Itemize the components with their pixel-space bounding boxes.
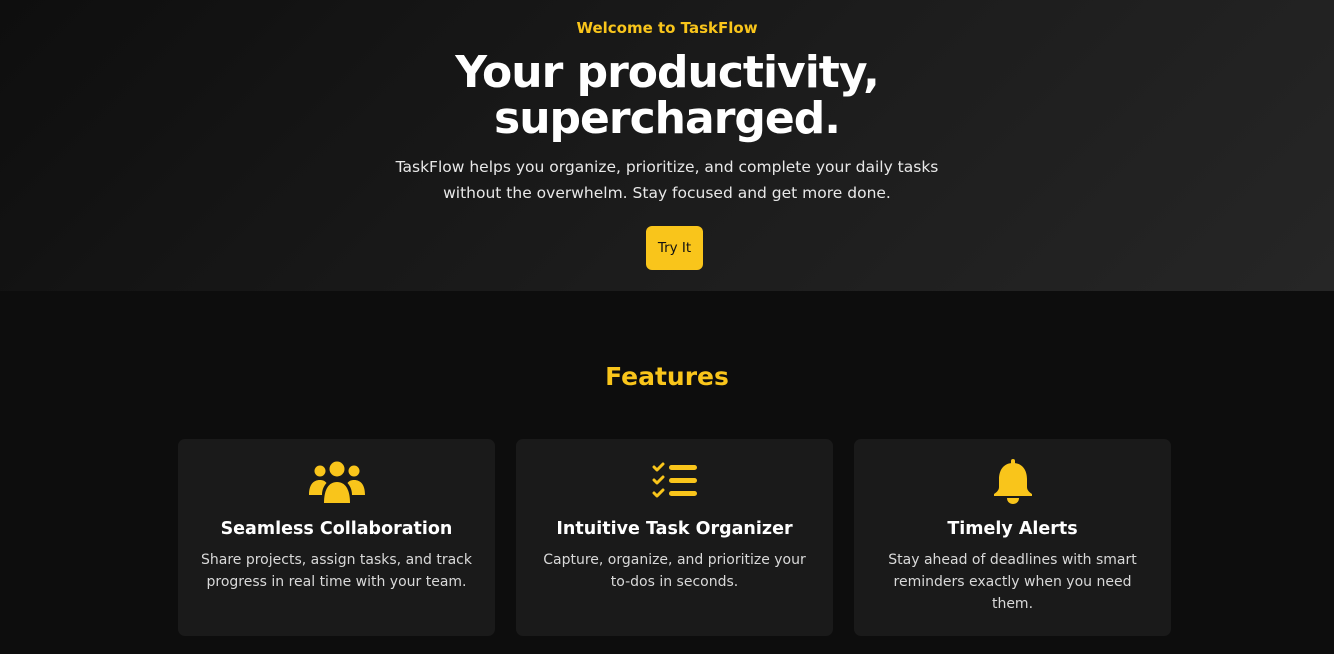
features-section: Features Seamless Collaboration Share pr… <box>0 291 1334 654</box>
feature-card-title: Timely Alerts <box>947 519 1078 539</box>
feature-card-text: Stay ahead of deadlines with smart remin… <box>888 552 1137 612</box>
features-title: Features <box>605 362 729 391</box>
feature-card-alerts: Timely Alerts Stay ahead of deadlines wi… <box>854 439 1171 636</box>
feature-card-collaboration: Seamless Collaboration Share projects, a… <box>178 439 495 636</box>
bell-icon <box>854 459 1171 505</box>
feature-card-text: Share projects, assign tasks, and track … <box>201 552 472 590</box>
hero-eyebrow: Welcome to TaskFlow <box>576 19 758 37</box>
feature-card-title: Intuitive Task Organizer <box>556 519 793 539</box>
checklist-icon <box>516 459 833 505</box>
hero-headline-line1: Your productivity, <box>455 47 880 98</box>
try-it-button[interactable]: Try It <box>646 226 703 270</box>
feature-card-organizer: Intuitive Task Organizer Capture, organi… <box>516 439 833 636</box>
hero-headline-line2: supercharged. <box>494 93 841 144</box>
hero-subtext: TaskFlow helps you organize, prioritize,… <box>395 158 939 202</box>
feature-card-text: Capture, organize, and prioritize your t… <box>543 552 806 590</box>
users-group-icon <box>178 459 495 505</box>
hero-headline: Your productivity, supercharged. <box>0 50 1334 142</box>
feature-card-title: Seamless Collaboration <box>220 519 453 539</box>
hero-section: Welcome to TaskFlow Your productivity, s… <box>0 0 1334 291</box>
